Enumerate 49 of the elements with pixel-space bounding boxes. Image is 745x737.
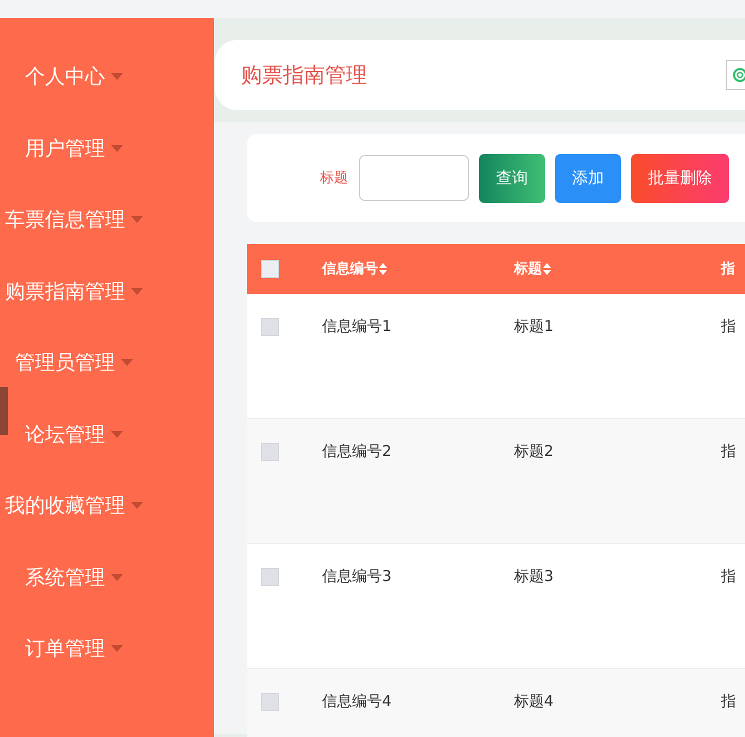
table-cell: 标题4: [514, 692, 554, 711]
table-cell: 信息编号2: [322, 442, 392, 461]
delete-button[interactable]: 批量删除: [631, 154, 729, 202]
sort-icon[interactable]: [379, 263, 387, 275]
table-cell: 信息编号3: [322, 567, 392, 586]
sidebar-item[interactable]: 购票指南管理: [5, 278, 143, 305]
checkbox[interactable]: [261, 693, 279, 711]
sidebar-item[interactable]: 车票信息管理: [5, 206, 143, 234]
table-cell: 指: [721, 317, 736, 336]
field-label: 标题: [320, 169, 348, 187]
table-cell: 标题2: [514, 442, 554, 461]
search-button[interactable]: 查询: [479, 154, 545, 202]
sidebar-item[interactable]: 用户管理: [25, 134, 123, 162]
checkbox[interactable]: [261, 260, 279, 278]
table-cell: 指: [721, 567, 736, 586]
add-button[interactable]: 添加: [555, 154, 621, 202]
table-cell: 标题1: [514, 317, 554, 336]
table-cell: 信息编号1: [322, 317, 392, 336]
caret-icon: [111, 73, 123, 80]
column-header[interactable]: 信息编号: [322, 260, 378, 278]
caret-icon: [111, 574, 123, 581]
table-cell: 信息编号4: [322, 692, 392, 711]
table-cell: 指: [721, 692, 736, 711]
sidebar-item[interactable]: 管理员管理: [15, 349, 133, 376]
caret-icon: [111, 144, 123, 152]
sort-icon[interactable]: [543, 263, 551, 275]
sidebar-item[interactable]: 个人中心: [25, 63, 123, 90]
caret-icon: [131, 288, 143, 295]
caret-icon: [131, 502, 143, 510]
caret-icon: [131, 216, 143, 224]
sidebar-item[interactable]: 订单管理: [25, 635, 123, 662]
column-header[interactable]: 标题: [514, 260, 542, 278]
caret-icon: [121, 359, 133, 366]
column-header[interactable]: 指: [721, 260, 735, 278]
page-title: 购票指南管理: [241, 62, 367, 89]
sidebar-item[interactable]: 论坛管理: [25, 420, 123, 448]
caret-icon: [111, 430, 123, 438]
sidebar-handle[interactable]: [0, 387, 8, 435]
toolbar-button[interactable]: [726, 60, 745, 90]
checkbox[interactable]: [261, 443, 279, 461]
caret-icon: [111, 645, 123, 652]
table-cell: 指: [721, 442, 736, 461]
title-input[interactable]: [359, 155, 469, 201]
checkbox[interactable]: [261, 318, 279, 336]
target-icon: [731, 68, 745, 82]
sidebar-item[interactable]: 系统管理: [25, 564, 123, 591]
table-cell: 标题3: [514, 567, 554, 586]
checkbox[interactable]: [261, 568, 279, 586]
sidebar-item[interactable]: 我的收藏管理: [5, 492, 143, 520]
